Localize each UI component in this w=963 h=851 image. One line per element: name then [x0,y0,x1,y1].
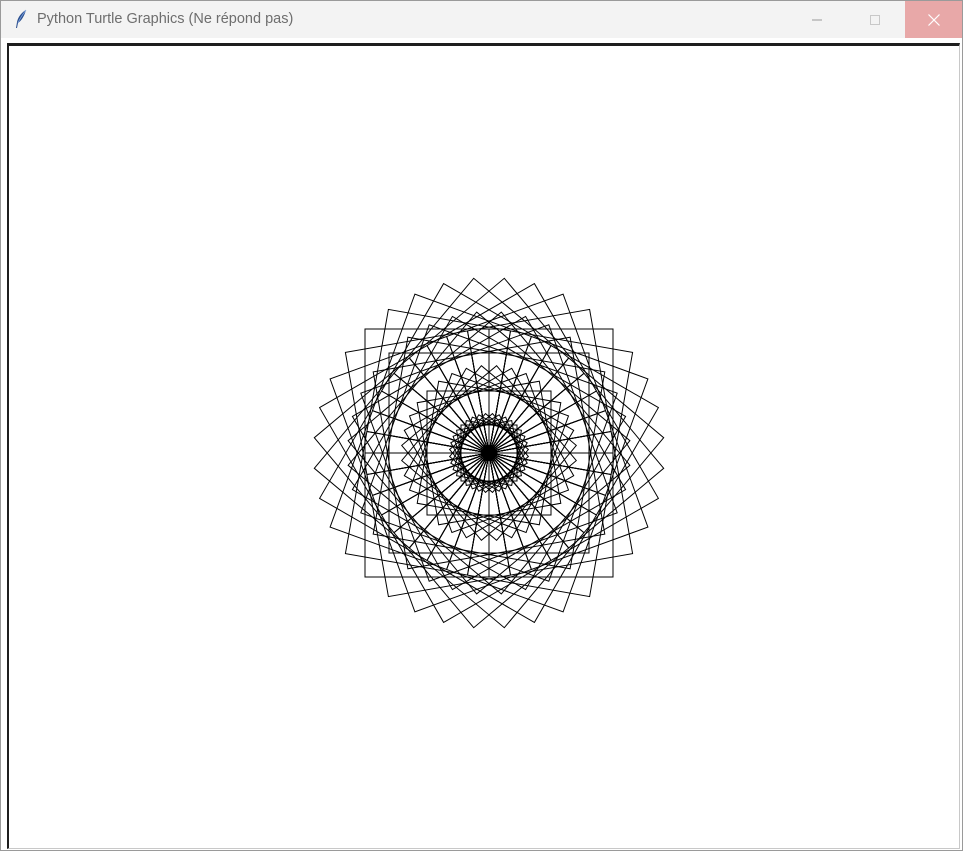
maximize-button[interactable] [846,1,904,38]
close-button[interactable] [905,1,962,38]
turtle-square [488,394,570,475]
minimize-icon [812,19,822,20]
window-title: Python Turtle Graphics (Ne répond pas) [37,11,294,27]
turtle-square [408,394,490,475]
turtle-square [430,372,511,454]
turtle-window: Python Turtle Graphics (Ne répond pas) [0,0,963,851]
turtle-square [408,431,490,512]
turtle-canvas-frame [7,43,960,849]
turtle-canvas[interactable] [9,46,959,848]
feather-icon [16,9,27,28]
turtle-square [467,452,548,534]
close-icon [927,13,940,26]
maximize-icon [870,14,880,25]
title-bar[interactable]: Python Turtle Graphics (Ne répond pas) [1,1,962,38]
turtle-square [488,431,570,512]
turtle-square [467,372,548,454]
turtle-square [430,452,511,534]
minimize-button[interactable] [788,1,846,38]
